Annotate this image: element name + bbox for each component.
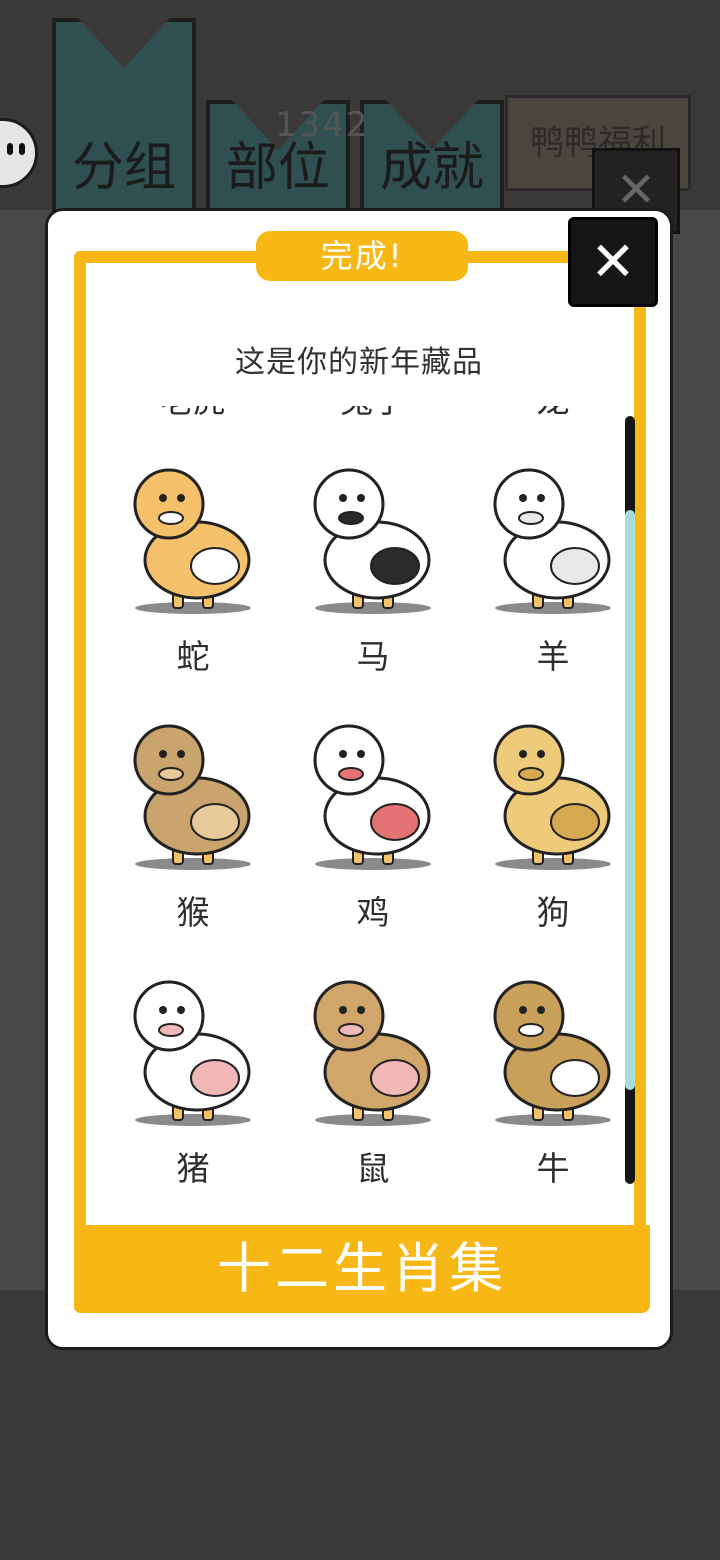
collection-row: 猪鼠牛 xyxy=(103,946,643,1202)
collection-item[interactable]: 鼠 xyxy=(283,946,463,1202)
tab-achievement: 成就 xyxy=(360,100,504,222)
collection-item-label: 鸡 xyxy=(356,893,390,932)
tab-group: 分组 xyxy=(52,18,196,222)
collection-grid-content: 老虎兔子龙蛇 马 羊猴 鸡 狗猪 鼠 牛 xyxy=(103,406,643,1202)
collection-grid[interactable]: 老虎兔子龙蛇 马 羊猴 鸡 狗猪 鼠 牛 xyxy=(103,406,643,1206)
collection-item[interactable]: 狗 xyxy=(463,690,643,946)
scrollbar[interactable] xyxy=(625,416,635,1184)
ox-icon xyxy=(493,980,611,1126)
dialog-subtitle: 这是你的新年藏品 xyxy=(235,345,483,380)
collection-row: 老虎兔子龙 xyxy=(103,406,643,434)
rat-icon xyxy=(313,980,431,1126)
collection-item-label: 龙 xyxy=(463,406,643,422)
collection-item[interactable]: 马 xyxy=(283,434,463,690)
collection-title-bar: 十二生肖集 xyxy=(74,1225,650,1313)
collection-item-label: 牛 xyxy=(536,1149,570,1188)
rooster-icon xyxy=(313,724,431,870)
sheep-icon xyxy=(493,468,611,614)
collection-item-label: 猴 xyxy=(176,893,210,932)
collection-item-label: 蛇 xyxy=(176,637,210,676)
collection-item[interactable]: 蛇 xyxy=(103,434,283,690)
pig-icon xyxy=(133,980,251,1126)
collection-item-label: 羊 xyxy=(536,637,570,676)
collection-item[interactable]: 鸡 xyxy=(283,690,463,946)
dog-icon xyxy=(493,724,611,870)
collection-item-label: 狗 xyxy=(536,893,570,932)
collection-item-label: 兔子 xyxy=(283,406,463,422)
collection-row: 猴鸡狗 xyxy=(103,690,643,946)
collection-item[interactable]: 羊 xyxy=(463,434,643,690)
collection-item[interactable]: 兔子 xyxy=(283,406,463,434)
collection-item[interactable]: 老虎 xyxy=(103,406,283,434)
collection-item-label: 马 xyxy=(356,637,390,676)
collection-item-label: 鼠 xyxy=(356,1149,390,1188)
collection-item[interactable]: 龙 xyxy=(463,406,643,434)
horse-icon xyxy=(313,468,431,614)
completion-dialog: 完成! 这是你的新年藏品 老虎兔子龙蛇 马 羊猴 鸡 狗猪 鼠 牛 十二生肖集 xyxy=(45,208,673,1350)
coin-counter: 1342 xyxy=(275,105,370,145)
scrollbar-thumb[interactable] xyxy=(625,510,635,1090)
complete-badge: 完成! xyxy=(256,231,468,281)
collection-item[interactable]: 猪 xyxy=(103,946,283,1202)
collection-item-label: 老虎 xyxy=(103,406,283,422)
collection-item[interactable]: 猴 xyxy=(103,690,283,946)
collection-item[interactable]: 牛 xyxy=(463,946,643,1202)
snake-icon xyxy=(133,468,251,614)
close-button[interactable]: ✕ xyxy=(568,217,658,307)
collection-item-label: 猪 xyxy=(176,1149,210,1188)
collection-row: 蛇马羊 xyxy=(103,434,643,690)
monkey-icon xyxy=(133,724,251,870)
